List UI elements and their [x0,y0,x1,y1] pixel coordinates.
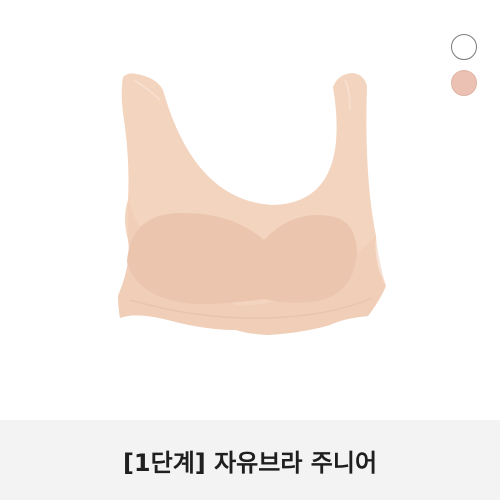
product-card[interactable]: [1단계] 자유브라 주니어 [0,0,500,500]
beige-color-swatch[interactable] [451,70,477,96]
product-title[interactable]: [1단계] 자유브라 주니어 [123,443,377,478]
white-color-swatch[interactable] [451,34,477,60]
pad-cups [127,212,357,304]
product-caption-bar: [1단계] 자유브라 주니어 [0,420,500,500]
product-image-area[interactable] [0,0,500,420]
bra-product-image [118,73,386,335]
